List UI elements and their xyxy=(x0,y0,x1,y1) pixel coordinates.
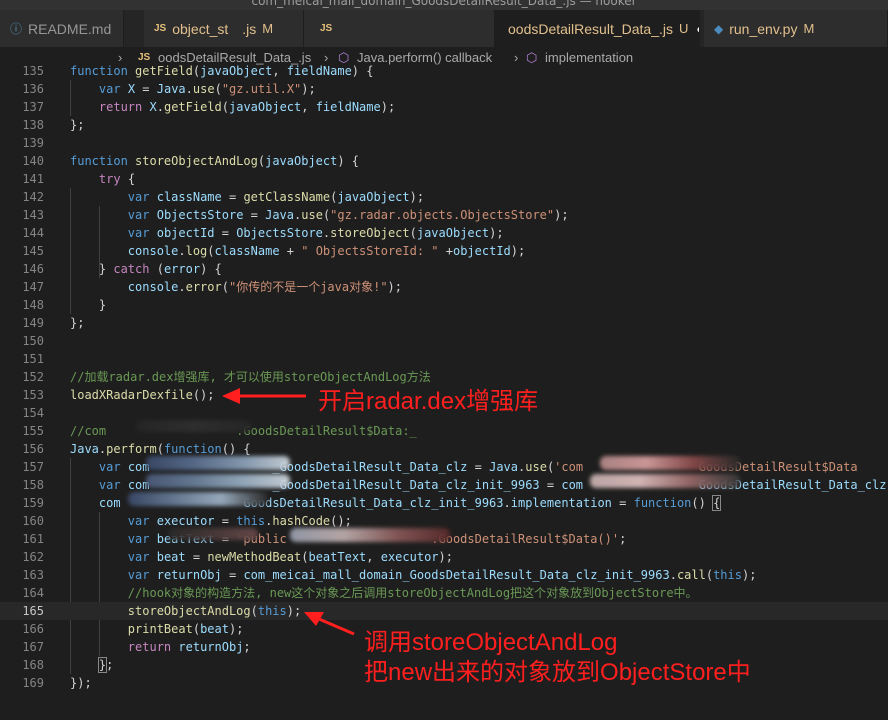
annotation-store-object-line2: 把new出来的对象放到ObjectStore中 xyxy=(364,659,751,686)
annotation-arrows xyxy=(222,388,355,636)
annotation-load-radar: 开启radar.dex增强库 xyxy=(318,388,539,415)
arrow-head xyxy=(222,388,240,404)
annotation-store-object-line1: 调用storeObjectAndLog xyxy=(364,629,618,656)
